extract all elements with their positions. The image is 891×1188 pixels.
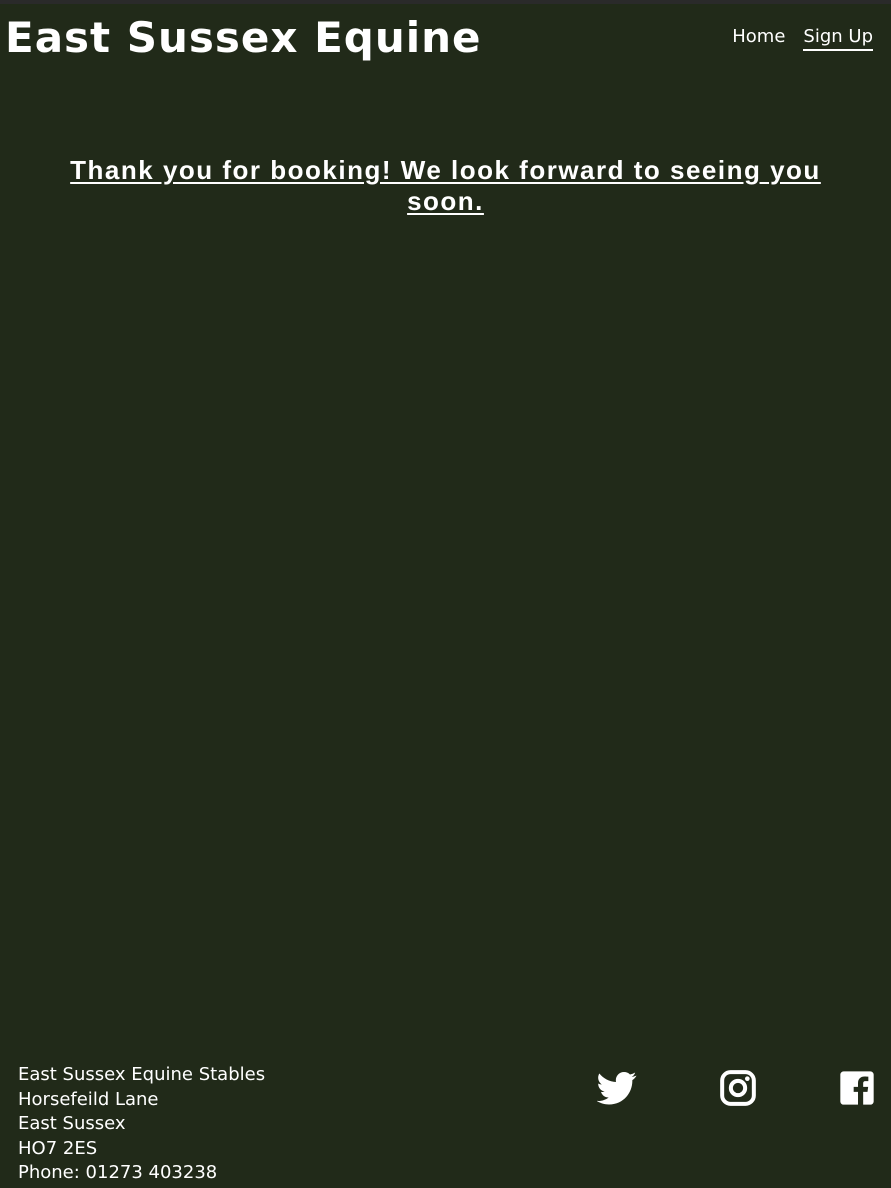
address-line: HO7 2ES [18, 1137, 98, 1159]
address-line: East Sussex [18, 1113, 126, 1134]
site-header: East Sussex Equine Home Sign Up [0, 4, 891, 74]
site-title: East Sussex Equine [5, 13, 482, 62]
booking-confirmation-message: Thank you for booking! We look forward t… [70, 155, 821, 216]
main-nav: Home Sign Up [732, 26, 873, 51]
twitter-icon[interactable] [597, 1068, 637, 1108]
site-footer: East Sussex Equine Stables Horsefeild La… [0, 1060, 891, 1188]
instagram-icon[interactable] [718, 1068, 758, 1108]
phone-number: Phone: 01273 403238 [18, 1162, 218, 1183]
nav-home-link[interactable]: Home [732, 26, 785, 51]
social-links [0, 1068, 891, 1108]
nav-signup-link[interactable]: Sign Up [803, 26, 873, 51]
facebook-icon[interactable] [837, 1068, 877, 1108]
main-content: Thank you for booking! We look forward t… [0, 155, 891, 217]
